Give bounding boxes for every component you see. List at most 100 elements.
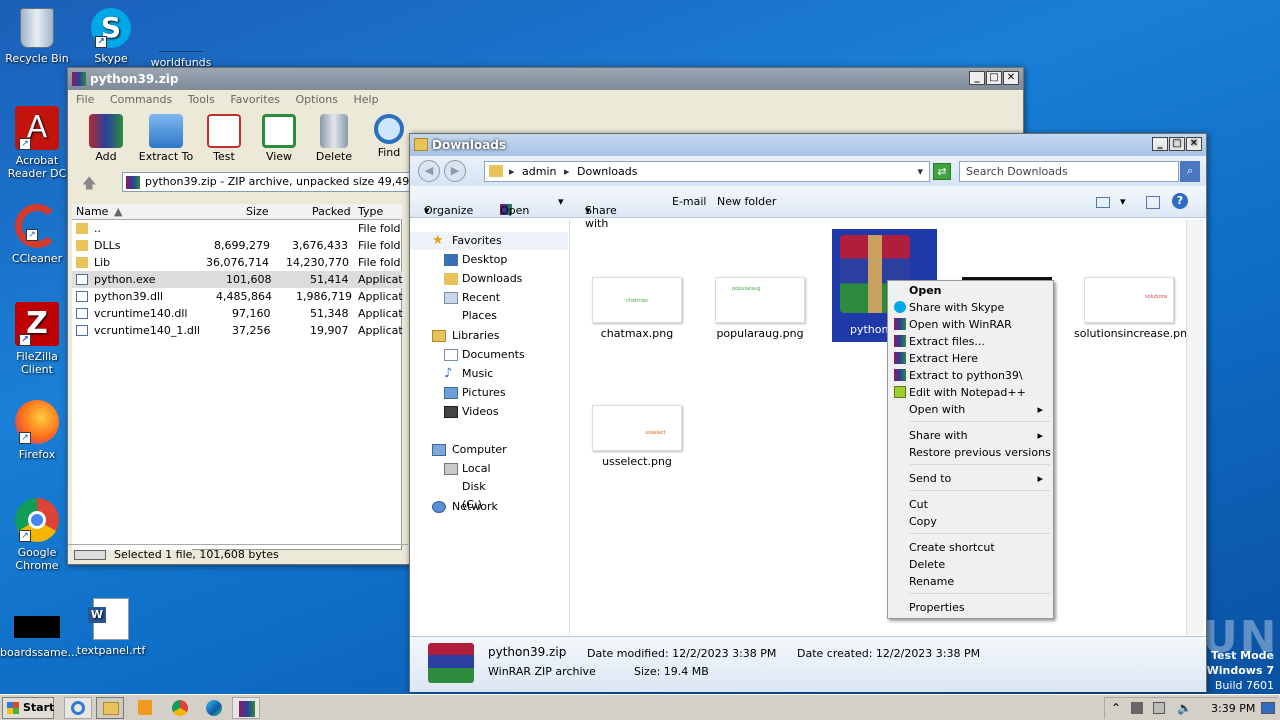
desktop-icon-textpanel[interactable]: W textpanel.rtf — [74, 598, 148, 657]
menu-item-open-with[interactable]: Open with ▸ — [890, 401, 1051, 418]
menu-item-create-shortcut[interactable]: Create shortcut — [890, 539, 1051, 556]
taskbar-media-player[interactable] — [132, 697, 160, 719]
column-packed[interactable]: Packed — [312, 205, 351, 218]
chevron-down-icon[interactable]: ▾ — [1120, 195, 1126, 208]
explorer-window[interactable]: Downloads _ □ ✕ ◀ ▶ ▸ admin ▸ Downloads … — [409, 133, 1207, 692]
taskbar-winrar[interactable] — [232, 697, 260, 719]
file-label[interactable]: solutionsincrease.png — [1074, 327, 1194, 341]
address-bar[interactable]: ▸ admin ▸ Downloads ▾ — [484, 161, 930, 182]
taskbar-edge[interactable] — [200, 697, 228, 719]
search-icon[interactable]: ⌕ — [1180, 161, 1200, 182]
maximize-button[interactable]: □ — [986, 71, 1002, 85]
desktop-icon-filezilla[interactable]: Z ↗ FileZilla Client — [0, 302, 74, 376]
maximize-button[interactable]: □ — [1169, 137, 1185, 151]
network-tray-icon[interactable] — [1153, 702, 1165, 714]
delete-button[interactable]: Delete — [304, 114, 364, 163]
menu-item-delete[interactable]: Delete — [890, 556, 1051, 573]
clock[interactable]: 3:39 PM — [1211, 702, 1255, 715]
column-name[interactable]: Name — [76, 205, 108, 218]
desktop-icon-recycle-bin[interactable]: Recycle Bin — [0, 8, 74, 65]
chevron-down-icon[interactable]: ▾ — [558, 195, 564, 208]
menu-item-open[interactable]: Open — [890, 282, 1051, 299]
help-icon[interactable]: ? — [1172, 193, 1188, 209]
view-button[interactable]: View — [249, 114, 309, 163]
row-name: DLLs — [94, 239, 121, 252]
preview-pane-icon[interactable] — [1146, 196, 1160, 209]
minimize-button[interactable]: _ — [1152, 137, 1168, 151]
taskbar-chrome[interactable] — [166, 697, 194, 719]
file-thumbnail-usselect[interactable]: usselect — [592, 405, 682, 451]
action-center-icon[interactable] — [1131, 702, 1143, 714]
back-arrow-icon[interactable]: ◀ — [418, 160, 440, 182]
menu-item-send-to[interactable]: Send to ▸ — [890, 470, 1051, 487]
menu-options[interactable]: Options — [296, 93, 338, 106]
show-desktop-icon[interactable] — [1261, 702, 1275, 714]
taskbar-ie[interactable] — [64, 697, 92, 719]
forward-arrow-icon[interactable]: ▶ — [444, 160, 466, 182]
close-button[interactable]: ✕ — [1003, 71, 1019, 85]
add-button[interactable]: Add — [76, 114, 136, 163]
menu-item-properties[interactable]: Properties — [890, 599, 1051, 616]
table-row[interactable]: Lib 36,076,714 14,230,770 File fold — [72, 254, 402, 271]
menu-commands[interactable]: Commands — [110, 93, 172, 106]
close-button[interactable]: ✕ — [1186, 137, 1202, 151]
search-input[interactable]: Search Downloads ⌕ — [959, 161, 1200, 182]
table-row[interactable]: vcruntime140.dll 97,160 51,348 Applicat — [72, 305, 403, 322]
explorer-title-bar[interactable]: Downloads _ □ ✕ — [410, 134, 1206, 156]
menu-item-extract-to-folder[interactable]: Extract to python39\ — [890, 367, 1051, 384]
desktop-icon-chrome[interactable]: ↗ Google Chrome — [0, 498, 74, 572]
menu-item-extract-here[interactable]: Extract Here — [890, 350, 1051, 367]
menu-item-restore-previous-versions[interactable]: Restore previous versions — [890, 444, 1051, 461]
volume-icon[interactable]: 🔈 — [1177, 701, 1192, 715]
column-size[interactable]: Size — [246, 205, 269, 218]
menu-item-edit-with-notepad[interactable]: Edit with Notepad++ — [890, 384, 1051, 401]
table-row-selected[interactable]: python.exe 101,608 51,414 Applicat — [72, 271, 403, 288]
desktop-icon-firefox[interactable]: ↗ Firefox — [0, 400, 74, 461]
desktop-icon-acrobat[interactable]: A ↗ Acrobat Reader DC — [0, 106, 74, 180]
show-hidden-icons-icon[interactable]: ⌃ — [1111, 701, 1121, 715]
column-type[interactable]: Type — [358, 205, 383, 218]
file-label[interactable]: chatmax.png — [582, 327, 692, 340]
vertical-scrollbar[interactable] — [1186, 220, 1204, 635]
minimize-button[interactable]: _ — [969, 71, 985, 85]
chevron-down-icon[interactable]: ▾ — [917, 162, 923, 181]
table-row[interactable]: python39.dll 4,485,864 1,986,719 Applicat — [72, 288, 403, 305]
view-options-icon[interactable] — [1096, 197, 1110, 208]
desktop-icon-skype[interactable]: S ↗ Skype — [74, 8, 148, 65]
winrar-title-bar[interactable]: python39.zip _ □ ✕ — [68, 68, 1023, 90]
refresh-icon[interactable]: ⇄ — [933, 163, 951, 180]
email-button[interactable]: E-mail — [672, 195, 707, 208]
menu-item-cut[interactable]: Cut — [890, 496, 1051, 513]
desktop-icon-ccleaner[interactable]: ↗ CCleaner — [0, 204, 74, 265]
menu-item-open-with-winrar[interactable]: Open with WinRAR — [890, 316, 1051, 333]
menu-item-extract-files[interactable]: Extract files... — [890, 333, 1051, 350]
menu-item-rename[interactable]: Rename — [890, 573, 1051, 590]
start-button[interactable]: Start — [2, 697, 54, 719]
table-row[interactable]: vcruntime140_1.dll 37,256 19,907 Applicat — [72, 322, 403, 339]
file-thumbnail-chatmax[interactable]: chatmax — [592, 277, 682, 323]
desktop-icon-boardssame[interactable]: boardssame... — [0, 610, 78, 659]
extract-to-button[interactable]: Extract To — [136, 114, 196, 163]
table-row[interactable]: DLLs 8,699,279 3,676,433 File fold — [72, 237, 402, 254]
menu-item-copy[interactable]: Copy — [890, 513, 1051, 530]
desktop-icon-worldfunds[interactable]: worldfunds — [144, 8, 218, 69]
menu-favorites[interactable]: Favorites — [230, 93, 280, 106]
menu-help[interactable]: Help — [353, 93, 378, 106]
file-label[interactable]: usselect.png — [582, 455, 692, 468]
breadcrumb-admin[interactable]: admin — [522, 165, 556, 178]
menu-file[interactable]: File — [76, 93, 94, 106]
test-button[interactable]: Test — [194, 114, 254, 163]
file-thumbnail-solutionsincrease[interactable]: solutions — [1084, 277, 1174, 323]
archive-path-field[interactable]: python39.zip - ZIP archive, unpacked siz… — [122, 172, 412, 192]
up-arrow-icon[interactable]: 🡅 — [82, 173, 96, 197]
file-thumbnail-popularaug[interactable]: popularaug — [715, 277, 805, 323]
menu-item-share-with[interactable]: Share with ▸ — [890, 427, 1051, 444]
menu-item-share-with-skype[interactable]: Share with Skype — [890, 299, 1051, 316]
nav-favorites[interactable]: ★ Favorites — [410, 232, 568, 250]
table-row[interactable]: .. File fold — [72, 220, 402, 237]
menu-tools[interactable]: Tools — [188, 93, 215, 106]
new-folder-button[interactable]: New folder — [717, 195, 776, 208]
file-label[interactable]: popularaug.png — [705, 327, 815, 340]
breadcrumb-downloads[interactable]: Downloads — [577, 165, 637, 178]
taskbar-explorer[interactable] — [96, 697, 124, 719]
